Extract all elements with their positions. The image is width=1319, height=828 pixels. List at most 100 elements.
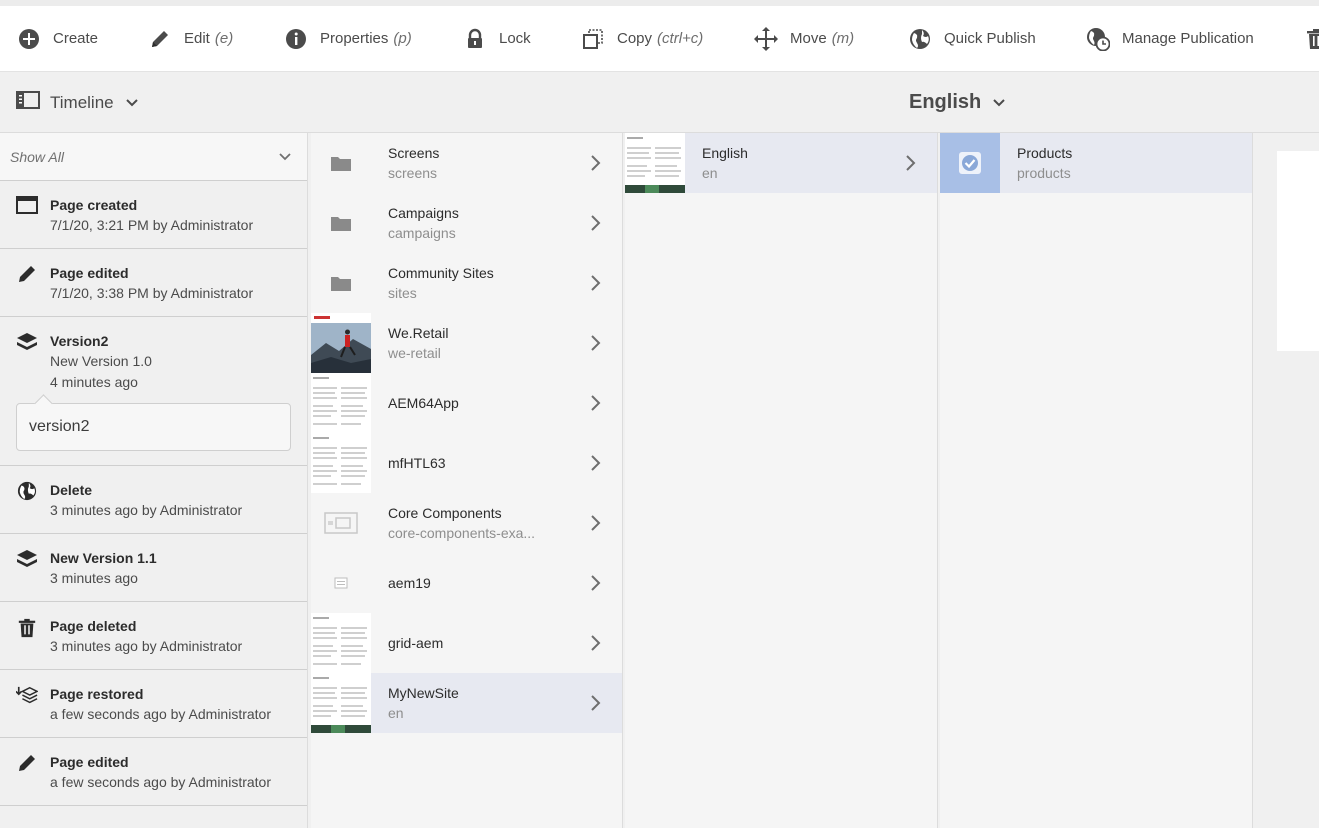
checkbox-checked-icon[interactable] bbox=[940, 133, 1000, 193]
folder-icon bbox=[311, 193, 371, 253]
event-time: 4 minutes ago bbox=[50, 374, 138, 390]
timeline-event-version[interactable]: Version2 New Version 1.0 4 minutes ago v… bbox=[0, 317, 307, 466]
column-view-root: Screens screens Campaigns campaigns Commun… bbox=[311, 133, 623, 828]
item-name: campaigns bbox=[388, 225, 456, 241]
view-header: Timeline English bbox=[0, 72, 1319, 133]
move-arrows-icon bbox=[754, 26, 778, 51]
item-title: grid-aem bbox=[388, 635, 444, 651]
column-item[interactable]: AEM64App bbox=[311, 373, 622, 433]
column-item[interactable]: grid-aem bbox=[311, 613, 622, 673]
column-item[interactable]: Campaigns campaigns bbox=[311, 193, 622, 253]
column-item-checked[interactable]: Products products bbox=[940, 133, 1252, 193]
globe-clock-icon bbox=[1086, 27, 1110, 51]
timeline-event[interactable]: Page restored a few seconds ago by Admin… bbox=[0, 670, 307, 738]
chevron-right-icon[interactable] bbox=[586, 274, 604, 292]
page-icon bbox=[16, 196, 38, 218]
folder-icon bbox=[311, 133, 371, 193]
version-comment: version2 bbox=[16, 403, 291, 451]
event-title: Page deleted bbox=[50, 618, 137, 634]
manage-publication-button[interactable]: Manage Publication bbox=[1086, 6, 1254, 71]
chevron-down-icon bbox=[993, 94, 1005, 112]
breadcrumb-label: English bbox=[909, 91, 982, 113]
create-label: Create bbox=[53, 30, 99, 47]
event-detail: 7/1/20, 3:21 PM by Administrator bbox=[50, 217, 254, 233]
chevron-right-icon[interactable] bbox=[586, 634, 604, 652]
delete-button[interactable] bbox=[1304, 6, 1319, 71]
event-detail: New Version 1.0 bbox=[50, 353, 152, 369]
chevron-right-icon[interactable] bbox=[586, 214, 604, 232]
chevron-right-icon[interactable] bbox=[586, 154, 604, 172]
chevron-right-icon[interactable] bbox=[586, 394, 604, 412]
preview-card bbox=[1277, 151, 1319, 351]
item-title: MyNewSite bbox=[388, 685, 459, 701]
timeline-rail: Show All Page created 7/1/20, 3:21 PM by… bbox=[0, 133, 308, 828]
item-title: Community Sites bbox=[388, 265, 494, 281]
chevron-right-icon[interactable] bbox=[901, 154, 919, 172]
info-icon bbox=[284, 27, 308, 51]
properties-label: Properties bbox=[320, 30, 389, 47]
rail-icon bbox=[16, 91, 40, 114]
column-view-language: Products products bbox=[940, 133, 1253, 828]
timeline-event[interactable]: Page created 7/1/20, 3:21 PM by Administ… bbox=[0, 181, 307, 249]
column-view-site: English en bbox=[625, 133, 938, 828]
chevron-right-icon[interactable] bbox=[586, 514, 604, 532]
chevron-down-icon bbox=[279, 148, 291, 166]
preview-column bbox=[1255, 133, 1319, 828]
copy-button[interactable]: Copy (ctrl+c) bbox=[581, 6, 703, 71]
item-name: products bbox=[1017, 165, 1071, 181]
globe-icon bbox=[16, 481, 38, 503]
page-thumbnail bbox=[311, 673, 371, 733]
chevron-right-icon[interactable] bbox=[586, 694, 604, 712]
item-name: screens bbox=[388, 165, 438, 181]
action-bar: Create Edit (e) Properties (p) Lock Copy… bbox=[0, 0, 1319, 72]
item-name: en bbox=[702, 165, 718, 181]
event-title: Page edited bbox=[50, 265, 129, 281]
edit-button[interactable]: Edit (e) bbox=[148, 6, 233, 71]
event-title: Page restored bbox=[50, 686, 144, 702]
copy-icon bbox=[581, 27, 605, 51]
column-item-selected[interactable]: MyNewSite en bbox=[311, 673, 622, 733]
timeline-event[interactable]: Page deleted 3 minutes ago by Administra… bbox=[0, 602, 307, 670]
column-item[interactable]: We.Retail we-retail bbox=[311, 313, 622, 373]
timeline-event[interactable]: Delete 3 minutes ago by Administrator bbox=[0, 466, 307, 534]
item-title: We.Retail bbox=[388, 325, 449, 341]
create-button[interactable]: Create bbox=[17, 6, 98, 71]
timeline-event[interactable]: Page edited a few seconds ago by Adminis… bbox=[0, 738, 307, 806]
copy-label: Copy bbox=[617, 30, 653, 47]
timeline-event[interactable]: New Version 1.1 3 minutes ago bbox=[0, 534, 307, 602]
event-detail: a few seconds ago by Administrator bbox=[50, 774, 272, 790]
lock-label: Lock bbox=[499, 30, 531, 47]
column-item[interactable]: mfHTL63 bbox=[311, 433, 622, 493]
lock-button[interactable]: Lock bbox=[463, 6, 531, 71]
column-item-selected[interactable]: English en bbox=[625, 133, 937, 193]
edit-label: Edit bbox=[184, 30, 210, 47]
move-button[interactable]: Move (m) bbox=[754, 6, 854, 71]
layers-icon bbox=[16, 332, 38, 354]
move-shortcut: (m) bbox=[831, 30, 855, 47]
item-title: English bbox=[702, 145, 748, 161]
pencil-icon bbox=[148, 27, 172, 51]
pencil-icon bbox=[16, 264, 38, 286]
column-item[interactable]: Core Components core-components-exa... bbox=[311, 493, 622, 553]
item-name: core-components-exa... bbox=[388, 525, 536, 541]
column-item[interactable]: Screens screens bbox=[311, 133, 622, 193]
chevron-right-icon[interactable] bbox=[586, 334, 604, 352]
timeline-filter-value: Show All bbox=[10, 148, 64, 165]
chevron-right-icon[interactable] bbox=[586, 454, 604, 472]
event-title: New Version 1.1 bbox=[50, 550, 157, 566]
column-item[interactable]: aem19 bbox=[311, 553, 622, 613]
folder-icon bbox=[311, 253, 371, 313]
item-title: mfHTL63 bbox=[388, 455, 446, 471]
timeline-event[interactable]: Page edited 7/1/20, 3:38 PM by Administr… bbox=[0, 249, 307, 317]
column-item[interactable]: Community Sites sites bbox=[311, 253, 622, 313]
item-name: we-retail bbox=[388, 345, 441, 361]
manage-publication-label: Manage Publication bbox=[1122, 30, 1254, 47]
chevron-right-icon[interactable] bbox=[586, 574, 604, 592]
globe-icon bbox=[908, 27, 932, 51]
rail-selector[interactable]: Timeline bbox=[16, 72, 138, 133]
properties-button[interactable]: Properties (p) bbox=[284, 6, 412, 71]
trash-icon bbox=[1304, 27, 1319, 51]
breadcrumb[interactable]: English bbox=[909, 72, 1005, 133]
quick-publish-button[interactable]: Quick Publish bbox=[908, 6, 1036, 71]
timeline-filter-select[interactable]: Show All bbox=[0, 133, 307, 181]
